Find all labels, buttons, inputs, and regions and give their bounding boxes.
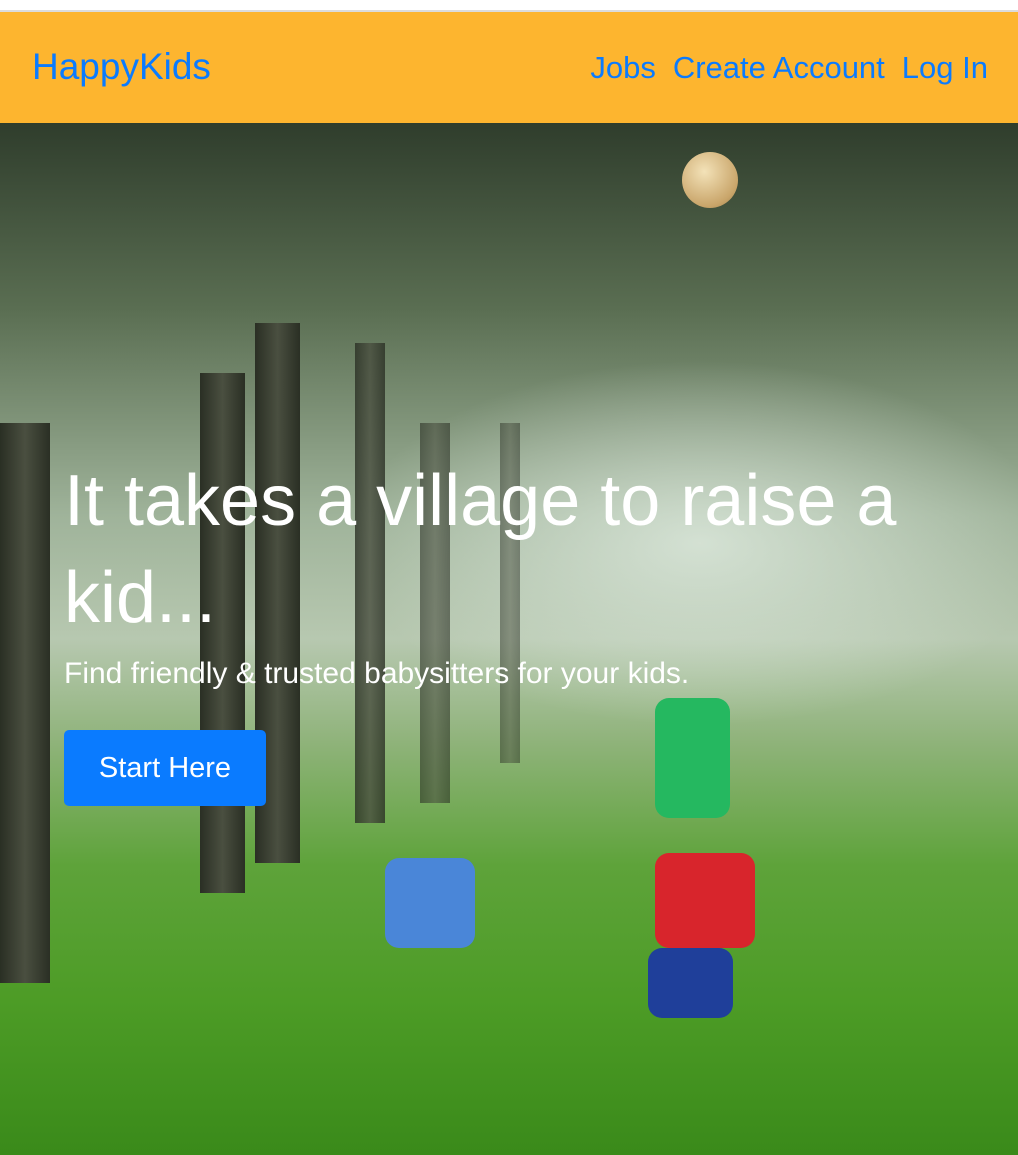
nav-links: Jobs Create Account Log In [590,50,988,86]
hero-subtitle: Find friendly & trusted babysitters for … [64,657,690,690]
hero-section: It takes a village to raise a kid... Fin… [0,123,1018,1155]
brand-logo-link[interactable]: HappyKids [32,46,211,88]
nav-link-jobs[interactable]: Jobs [590,50,655,86]
kid-blue-shirt [385,858,475,948]
kid-red-shirt [655,853,755,948]
kid-green-shirt [655,698,730,818]
kid-blue-shorts [648,948,733,1018]
start-here-button[interactable]: Start Here [64,730,266,806]
soccer-ball [682,152,738,208]
nav-link-create-account[interactable]: Create Account [673,50,885,86]
nav-link-log-in[interactable]: Log In [902,50,988,86]
hero-content: It takes a village to raise a kid... Fin… [64,453,984,806]
navbar: HappyKids Jobs Create Account Log In [0,12,1018,123]
hero-heading: It takes a village to raise a kid... [64,461,897,638]
tree-trunk [0,423,50,983]
